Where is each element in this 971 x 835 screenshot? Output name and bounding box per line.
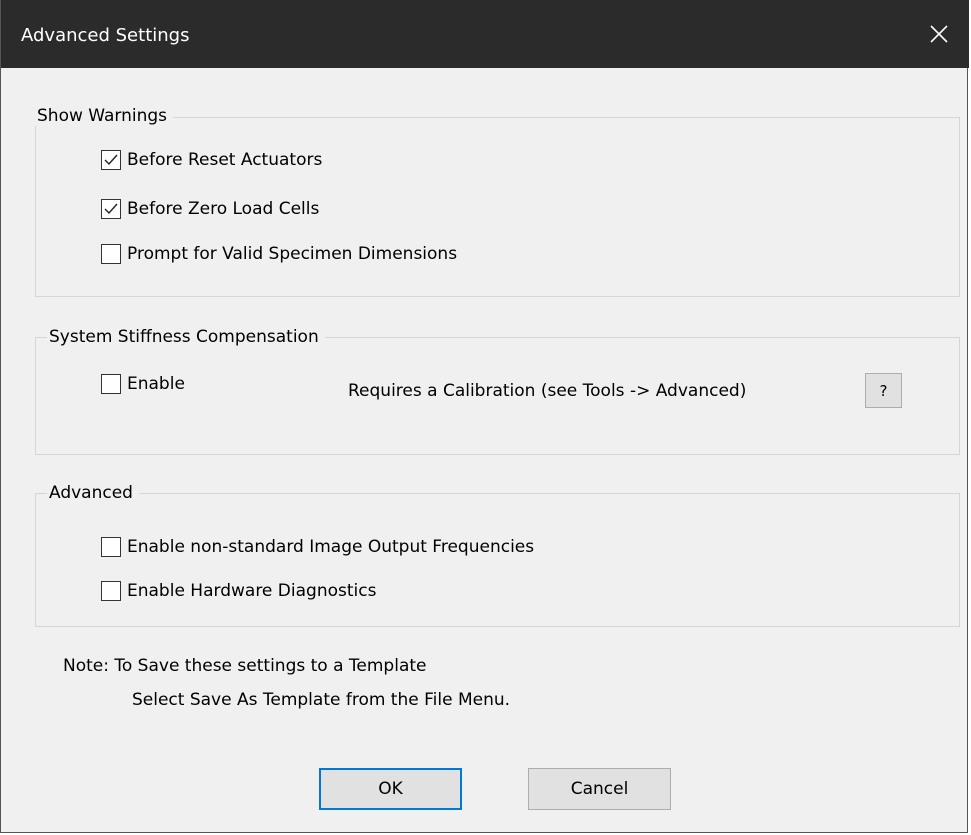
checkmark-icon xyxy=(104,203,118,215)
checkbox-box[interactable] xyxy=(101,581,121,601)
checkbox-label: Prompt for Valid Specimen Dimensions xyxy=(127,244,458,264)
checkbox-label: Before Zero Load Cells xyxy=(127,199,320,219)
checkbox-box[interactable] xyxy=(101,537,121,557)
note-line-2: Select Save As Template from the File Me… xyxy=(132,690,511,710)
advanced-label: Advanced xyxy=(47,483,139,503)
checkmark-icon xyxy=(104,154,118,166)
show-warnings-label: Show Warnings xyxy=(35,106,174,126)
help-button[interactable]: ? xyxy=(865,373,902,408)
title-bar: Advanced Settings xyxy=(1,0,969,68)
checkbox-box[interactable] xyxy=(101,244,121,264)
ok-button[interactable]: OK xyxy=(319,768,462,810)
hardware-diagnostics-checkbox[interactable]: Enable Hardware Diagnostics xyxy=(101,580,376,602)
checkbox-label: Before Reset Actuators xyxy=(127,150,323,170)
checkbox-label: Enable Hardware Diagnostics xyxy=(127,581,377,601)
stiffness-compensation-label: System Stiffness Compensation xyxy=(47,327,325,347)
advanced-settings-dialog: Advanced Settings Show Warnings Before R… xyxy=(0,0,969,833)
note-line-1: Note: To Save these settings to a Templa… xyxy=(63,656,427,676)
checkbox-box[interactable] xyxy=(101,150,121,170)
checkbox-label: Enable non-standard Image Output Frequen… xyxy=(127,537,535,557)
close-icon xyxy=(930,25,948,43)
enable-stiffness-checkbox[interactable]: Enable xyxy=(101,373,185,395)
calibration-requirement-text: Requires a Calibration (see Tools -> Adv… xyxy=(348,381,747,401)
before-zero-load-cells-checkbox[interactable]: Before Zero Load Cells xyxy=(101,198,319,220)
checkbox-box[interactable] xyxy=(101,374,121,394)
window-title: Advanced Settings xyxy=(21,25,190,46)
advanced-group xyxy=(35,493,960,627)
checkbox-box[interactable] xyxy=(101,199,121,219)
close-button[interactable] xyxy=(909,0,969,68)
before-reset-actuators-checkbox[interactable]: Before Reset Actuators xyxy=(101,149,322,171)
cancel-button[interactable]: Cancel xyxy=(528,768,671,810)
non-standard-image-frequencies-checkbox[interactable]: Enable non-standard Image Output Frequen… xyxy=(101,536,534,558)
checkbox-label: Enable xyxy=(127,374,185,394)
prompt-valid-specimen-dimensions-checkbox[interactable]: Prompt for Valid Specimen Dimensions xyxy=(101,243,457,265)
